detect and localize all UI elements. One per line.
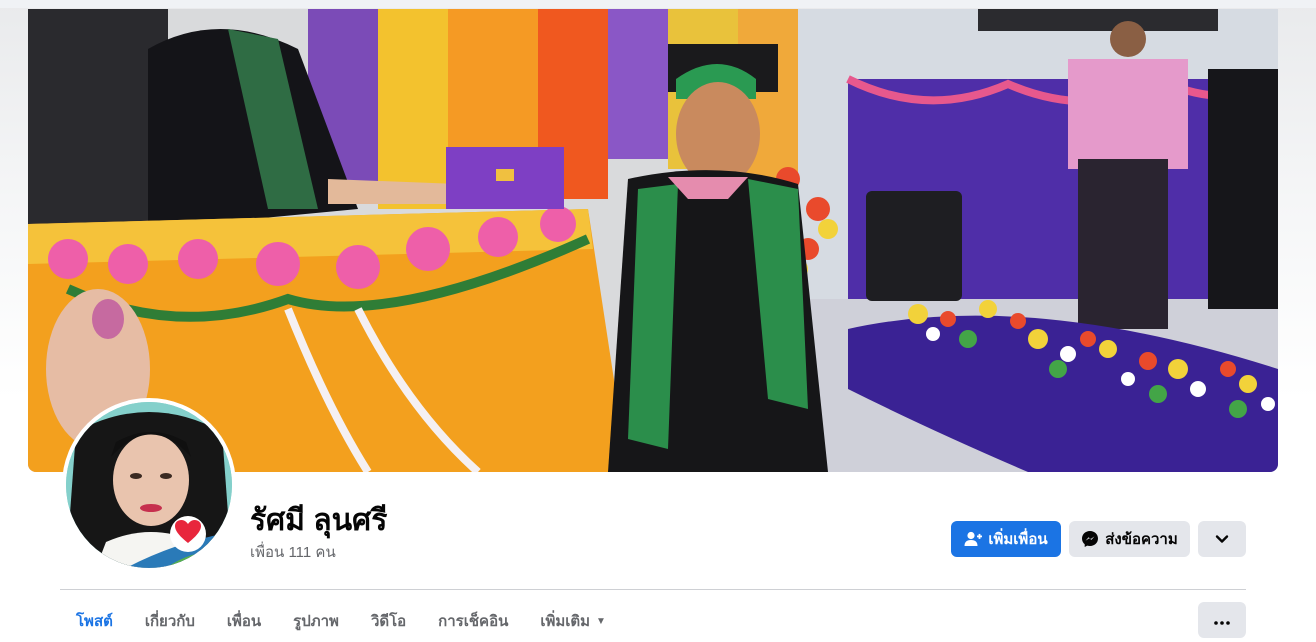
tab-photos[interactable]: รูปภาพ bbox=[277, 600, 355, 642]
heart-icon bbox=[174, 519, 202, 550]
tab-checkins[interactable]: การเช็คอิน bbox=[422, 600, 524, 642]
caret-down-icon: ▼ bbox=[596, 615, 606, 627]
cover-photo[interactable] bbox=[28, 9, 1278, 472]
person-plus-icon bbox=[964, 531, 983, 547]
header-divider bbox=[60, 589, 1246, 590]
message-label: ส่งข้อความ bbox=[1105, 531, 1178, 548]
profile-avatar[interactable] bbox=[62, 398, 236, 572]
avatar-photo bbox=[66, 402, 232, 568]
friends-count[interactable]: เพื่อน 111 คน bbox=[250, 540, 336, 564]
tab-about[interactable]: เกี่ยวกับ bbox=[129, 600, 211, 642]
tab-label: การเช็คอิน bbox=[438, 613, 509, 630]
tab-label: วิดีโอ bbox=[370, 613, 407, 630]
chevron-down-icon bbox=[1215, 531, 1229, 548]
three-dots-icon bbox=[1214, 612, 1230, 629]
profile-page: รัศมี ลุนศรี เพื่อน 111 คน เพิ่มเพื่อน ส… bbox=[0, 0, 1316, 642]
more-actions-button[interactable] bbox=[1198, 521, 1246, 557]
messenger-icon bbox=[1081, 530, 1099, 548]
tab-label: เพิ่มเติม bbox=[540, 613, 591, 630]
tab-friends[interactable]: เพื่อน bbox=[211, 600, 277, 642]
message-button[interactable]: ส่งข้อความ bbox=[1069, 521, 1190, 557]
add-friend-button[interactable]: เพิ่มเพื่อน bbox=[951, 521, 1061, 557]
tab-label: โพสต์ bbox=[76, 613, 113, 630]
tab-posts[interactable]: โพสต์ bbox=[60, 600, 129, 642]
profile-options-button[interactable] bbox=[1198, 602, 1246, 638]
tab-label: รูปภาพ bbox=[293, 613, 339, 630]
tab-more[interactable]: เพิ่มเติม ▼ bbox=[524, 600, 622, 642]
profile-frame-badge bbox=[170, 516, 206, 552]
tab-label: เกี่ยวกับ bbox=[144, 613, 195, 630]
tab-videos[interactable]: วิดีโอ bbox=[355, 600, 422, 642]
profile-name: รัศมี ลุนศรี bbox=[250, 504, 388, 537]
top-bar-edge bbox=[0, 0, 1316, 8]
profile-tabs: โพสต์ เกี่ยวกับ เพื่อน รูปภาพ วิดีโอ การ… bbox=[60, 600, 622, 642]
tab-label: เพื่อน bbox=[226, 613, 262, 630]
add-friend-label: เพิ่มเพื่อน bbox=[988, 531, 1048, 548]
